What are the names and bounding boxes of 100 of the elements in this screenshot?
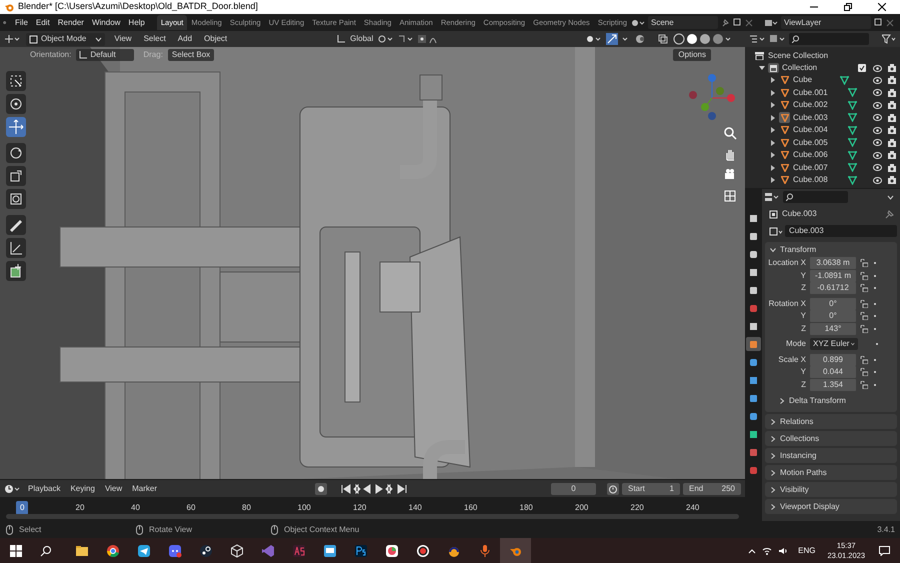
layers-icon[interactable]: [764, 18, 778, 28]
lock-icon[interactable]: [860, 259, 868, 268]
checkbox[interactable]: [858, 64, 866, 72]
eye-icon[interactable]: [873, 126, 882, 134]
outliner-item[interactable]: Cube.006: [793, 149, 837, 162]
eye-icon[interactable]: [873, 76, 882, 84]
outliner-item[interactable]: Cube.003: [793, 112, 837, 124]
copy-icon[interactable]: [874, 18, 883, 27]
object-icon-box[interactable]: [779, 87, 790, 98]
language-indicator[interactable]: ENG: [798, 544, 816, 556]
record-icon[interactable]: [315, 482, 328, 494]
lock-icon[interactable]: [860, 272, 868, 280]
menu-item[interactable]: Keying: [68, 482, 97, 494]
tool-button[interactable]: [6, 215, 26, 235]
current-frame-field[interactable]: 0: [551, 482, 596, 494]
menu-item[interactable]: Marker: [130, 482, 160, 494]
menu-item[interactable]: Edit: [32, 16, 54, 28]
subpanel-header[interactable]: Delta Transform: [789, 395, 846, 407]
pin-icon[interactable]: [721, 18, 730, 27]
menu-item[interactable]: Window: [88, 16, 124, 28]
search-icon[interactable]: [40, 544, 52, 556]
camera-icon[interactable]: [888, 126, 896, 134]
number-field[interactable]: 0°: [810, 298, 856, 310]
tool-button[interactable]: [6, 166, 26, 186]
outliner-item[interactable]: Cube.002: [793, 99, 837, 112]
close-icon[interactable]: [878, 3, 886, 11]
tool-button[interactable]: [6, 71, 26, 91]
number-field[interactable]: 3.0638 m: [810, 257, 856, 270]
camera-icon[interactable]: [888, 88, 896, 97]
lock-icon[interactable]: [860, 284, 868, 292]
transform-orientation-dropdown[interactable]: Global: [350, 33, 374, 45]
object-icon-box[interactable]: [779, 112, 790, 124]
eye-icon[interactable]: [873, 64, 882, 72]
number-field[interactable]: 0.044: [810, 366, 856, 378]
caret-icon[interactable]: [887, 194, 894, 200]
gizmo-icon[interactable]: [606, 33, 630, 45]
filter-layers-icon[interactable]: [769, 34, 785, 44]
camera-icon[interactable]: [888, 101, 896, 110]
tool-button[interactable]: [6, 117, 26, 137]
end-frame-field[interactable]: End 250: [683, 482, 741, 494]
menu-item[interactable]: Render: [54, 16, 88, 28]
lock-icon[interactable]: [860, 300, 868, 308]
camera-icon[interactable]: [723, 168, 737, 182]
number-field[interactable]: 0°: [810, 310, 856, 322]
object-icon-box[interactable]: [779, 124, 790, 136]
tool-button[interactable]: [6, 261, 26, 281]
object-icon-box[interactable]: [779, 162, 790, 174]
camera-icon[interactable]: [888, 164, 896, 172]
menu-item[interactable]: Object: [201, 33, 230, 45]
search-field[interactable]: [789, 33, 869, 45]
menu-item[interactable]: View: [102, 482, 124, 494]
display-mode-icon[interactable]: [749, 34, 765, 44]
number-field[interactable]: 0.899: [810, 354, 856, 366]
collapsed-panel[interactable]: Collections: [765, 431, 897, 446]
view-layer-field[interactable]: ViewLayer: [781, 16, 871, 29]
drag-dropdown[interactable]: Select Box: [168, 49, 214, 61]
menu-item[interactable]: View: [111, 33, 135, 45]
camera-icon[interactable]: [888, 138, 896, 147]
outliner-item[interactable]: Scene Collection: [768, 50, 828, 62]
collapsed-panel[interactable]: Relations: [765, 414, 897, 429]
eye-icon[interactable]: [873, 164, 882, 172]
eye-icon[interactable]: [873, 114, 882, 122]
object-icon-box[interactable]: [779, 137, 790, 148]
start-frame-field[interactable]: Start 1: [622, 482, 680, 494]
object-icon-box[interactable]: [779, 74, 790, 86]
menu-item[interactable]: File: [11, 16, 32, 28]
xray-icon[interactable]: [658, 34, 668, 44]
stopwatch-icon[interactable]: [607, 482, 619, 494]
eye-icon[interactable]: [873, 102, 882, 109]
eye-icon[interactable]: [873, 176, 882, 184]
tool-button[interactable]: [6, 94, 26, 114]
current-frame-marker[interactable]: 0: [16, 501, 28, 515]
camera-icon[interactable]: [888, 114, 896, 122]
object-icon-box[interactable]: [779, 100, 790, 111]
speaker-icon[interactable]: [778, 546, 788, 554]
filter-icon[interactable]: [882, 34, 896, 44]
lock-icon[interactable]: [860, 356, 868, 364]
orientation-dropdown[interactable]: Default: [76, 49, 134, 61]
menu-item[interactable]: Help: [124, 16, 149, 28]
zoom-icon[interactable]: [723, 126, 737, 140]
snap-icon[interactable]: [397, 34, 414, 44]
eye-icon[interactable]: [873, 152, 882, 159]
editor-type-icon[interactable]: [765, 192, 779, 202]
menu-item[interactable]: Select: [140, 33, 169, 45]
lock-icon[interactable]: [860, 312, 868, 320]
notification-icon[interactable]: [879, 546, 890, 556]
lock-icon[interactable]: [860, 324, 868, 333]
scroll-track[interactable]: [6, 514, 739, 519]
shading-modes-icon[interactable]: [673, 33, 733, 45]
number-field[interactable]: 143°: [810, 322, 856, 335]
eye-icon[interactable]: [873, 139, 882, 146]
wifi-icon[interactable]: [762, 546, 772, 554]
object-name-field[interactable]: Cube.003: [785, 225, 897, 237]
outliner-item[interactable]: Cube.001: [793, 86, 837, 99]
search-field[interactable]: [783, 191, 848, 203]
orientation-icon[interactable]: [336, 34, 346, 44]
outliner-item[interactable]: Cube: [793, 74, 837, 86]
pivot-icon[interactable]: [377, 34, 394, 44]
camera-icon[interactable]: [888, 176, 896, 184]
collapsed-panel[interactable]: Instancing: [765, 448, 897, 463]
